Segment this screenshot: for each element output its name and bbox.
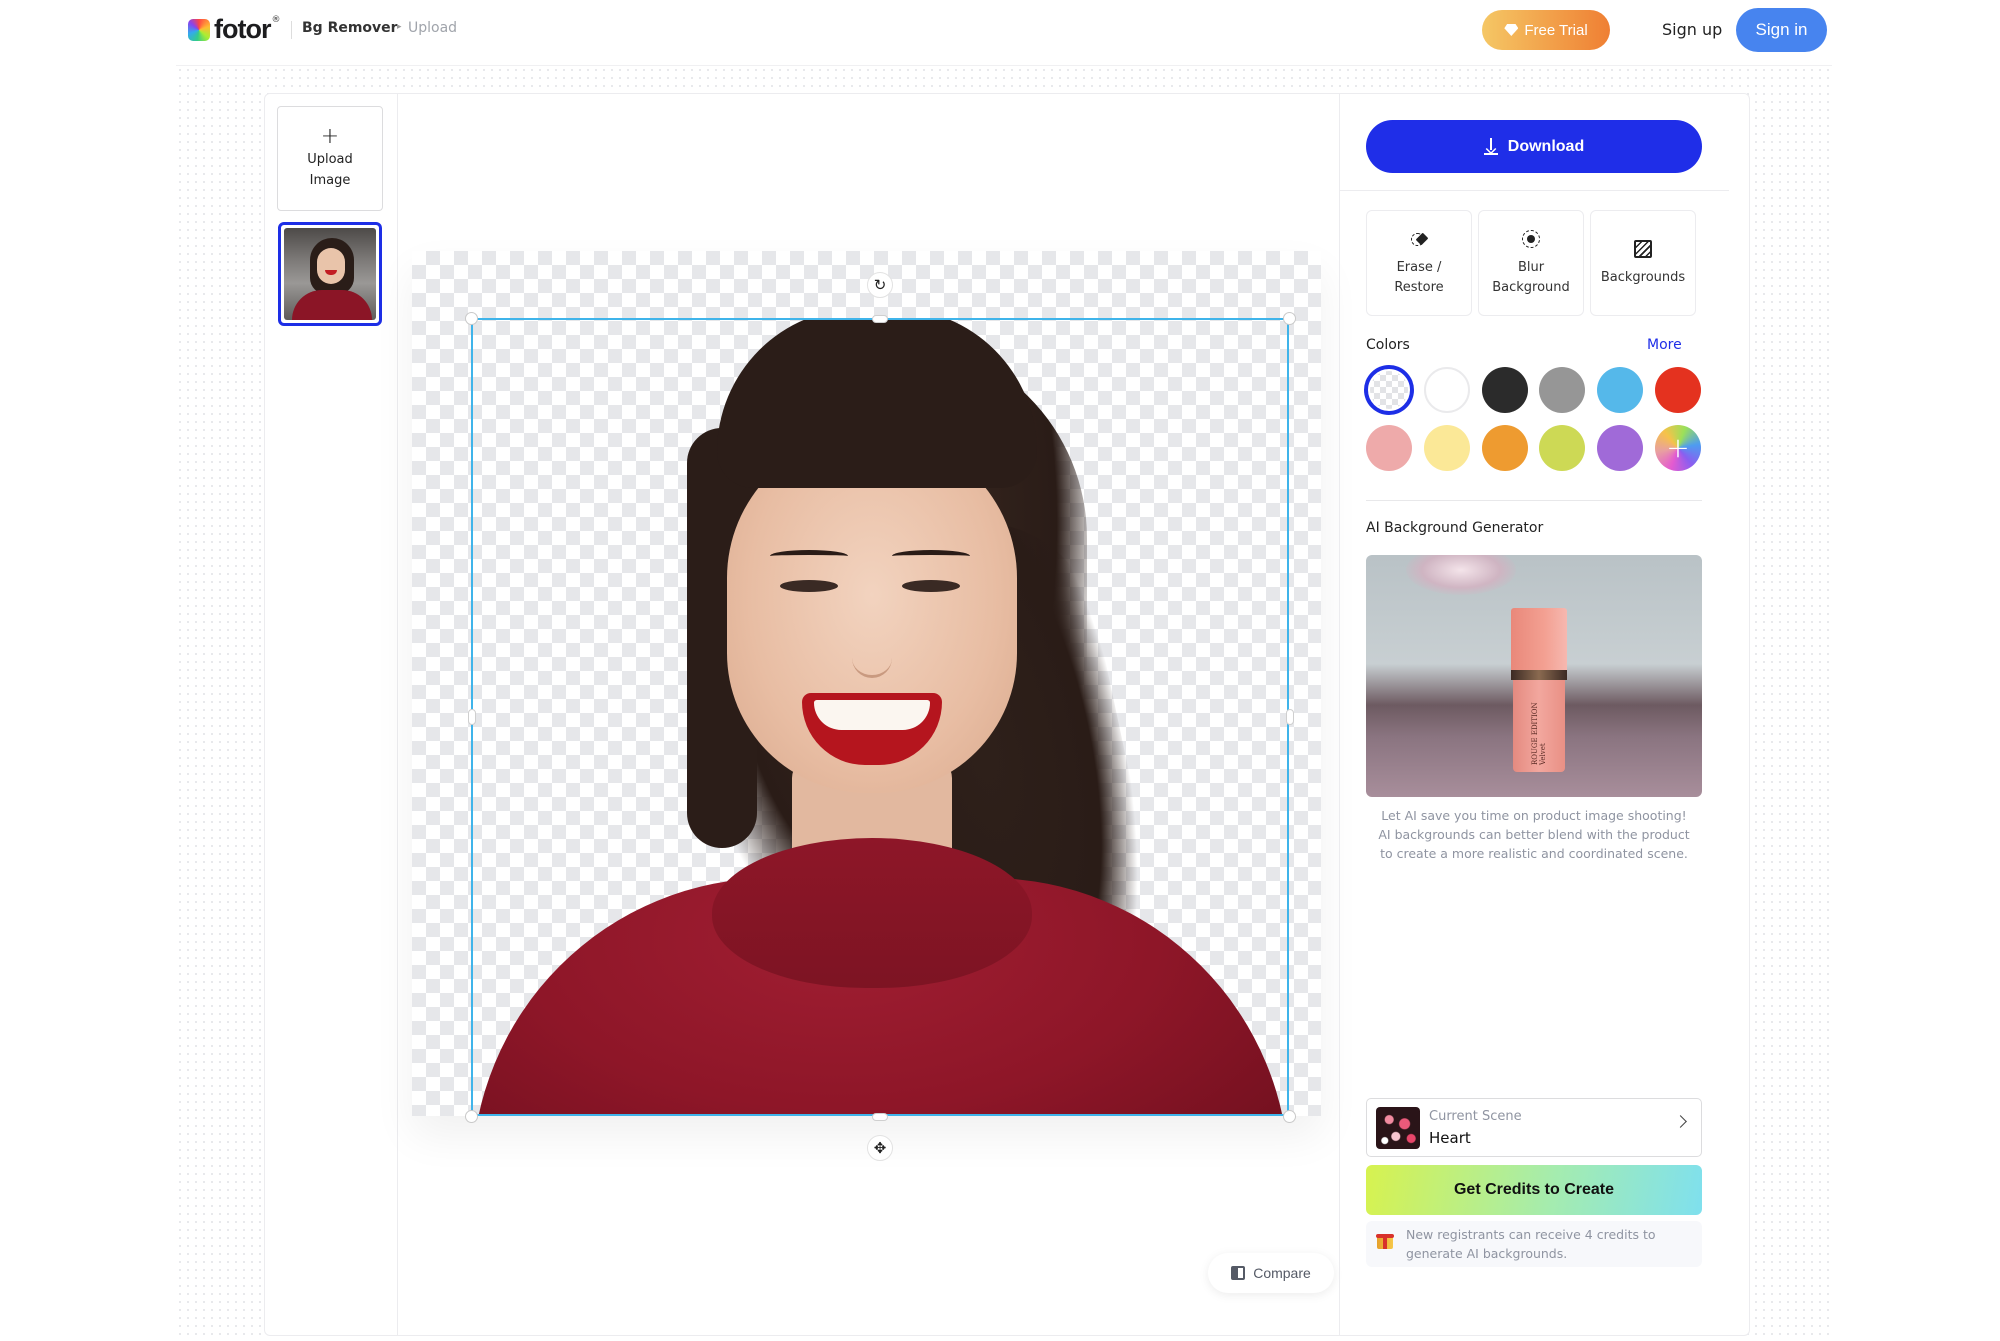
tool-label: Erase / Restore xyxy=(1394,260,1444,295)
diamond-icon xyxy=(1504,24,1519,36)
color-swatch-purple[interactable] xyxy=(1597,425,1643,471)
gift-icon xyxy=(1375,1229,1395,1249)
image-thumbnail-selected[interactable] xyxy=(278,222,382,326)
resize-handle-bottom-right[interactable] xyxy=(1283,1110,1296,1123)
scene-thumbnail xyxy=(1376,1107,1420,1149)
panel-divider xyxy=(1339,190,1729,191)
plus-icon: + xyxy=(320,123,340,149)
current-scene-value: Heart xyxy=(1429,1129,1471,1147)
color-swatch-orange[interactable] xyxy=(1482,425,1528,471)
chevron-right-icon xyxy=(1674,1115,1687,1128)
color-swatch-black[interactable] xyxy=(1482,367,1528,413)
ai-description: Let AI save you time on product image sh… xyxy=(1378,808,1690,861)
fotor-logo-icon xyxy=(188,18,210,41)
credits-note: New registrants can receive 4 credits to… xyxy=(1366,1221,1702,1267)
color-swatch-light-yellow[interactable] xyxy=(1424,425,1470,471)
upload-label-line2: Image xyxy=(309,172,351,188)
resize-handle-right[interactable] xyxy=(1286,709,1294,725)
color-swatch-transparent[interactable] xyxy=(1366,367,1412,413)
ai-background-generator-heading: AI Background Generator xyxy=(1366,520,1544,536)
resize-handle-left[interactable] xyxy=(468,709,476,725)
breadcrumb-arrow-icon: ▸ xyxy=(397,22,402,32)
selection-box[interactable] xyxy=(471,318,1289,1116)
resize-handle-top-left[interactable] xyxy=(465,312,478,325)
color-swatch-gray[interactable] xyxy=(1539,367,1585,413)
get-credits-button[interactable]: Get Credits to Create xyxy=(1366,1165,1702,1215)
download-icon xyxy=(1483,138,1498,155)
thumbnail-photo xyxy=(284,228,376,320)
fotor-logo[interactable]: fotor ® xyxy=(188,14,281,44)
resize-handle-top[interactable] xyxy=(872,315,888,323)
breadcrumb-divider xyxy=(291,21,292,39)
tool-label: Backgrounds xyxy=(1600,270,1686,285)
resize-handle-bottom-left[interactable] xyxy=(465,1110,478,1123)
sign-up-link[interactable]: Sign up xyxy=(1662,20,1722,39)
upload-label: Upload Image xyxy=(307,149,353,191)
upload-image-button[interactable]: + Upload Image xyxy=(277,106,383,211)
more-colors-link[interactable]: More xyxy=(1647,337,1682,353)
free-trial-button[interactable]: Free Trial xyxy=(1482,10,1610,50)
color-swatch-pink[interactable] xyxy=(1366,425,1412,471)
blur-background-icon xyxy=(1522,230,1540,248)
compare-button[interactable]: Compare xyxy=(1208,1253,1334,1293)
rotate-icon[interactable]: ↻ xyxy=(867,272,893,298)
brand-name: fotor xyxy=(214,14,271,44)
color-swatch-sky-blue[interactable] xyxy=(1597,367,1643,413)
compare-label: Compare xyxy=(1253,1265,1311,1281)
sign-in-button[interactable]: Sign in xyxy=(1736,8,1827,52)
section-divider xyxy=(1366,500,1702,501)
compare-icon xyxy=(1231,1266,1246,1280)
breadcrumb-app-link[interactable]: Bg Remover xyxy=(302,20,398,36)
color-swatch-white[interactable] xyxy=(1424,367,1470,413)
current-scene-selector[interactable]: Current Scene Heart xyxy=(1366,1098,1702,1157)
tool-blur-background[interactable]: Blur Background xyxy=(1478,210,1584,316)
free-trial-label: Free Trial xyxy=(1524,21,1588,39)
color-swatch-red[interactable] xyxy=(1655,367,1701,413)
breadcrumb-current-page: Upload xyxy=(408,20,458,36)
move-icon[interactable]: ✥ xyxy=(867,1135,893,1161)
tool-backgrounds[interactable]: Backgrounds xyxy=(1590,210,1696,316)
download-label: Download xyxy=(1507,137,1585,155)
top-header: fotor ® Bg Remover ▸ Upload Free Trial S… xyxy=(0,0,2000,66)
registered-mark: ® xyxy=(271,14,281,25)
tool-label: Blur Background xyxy=(1492,260,1570,295)
upload-label-line1: Upload xyxy=(307,151,353,167)
backgrounds-icon xyxy=(1634,240,1652,258)
color-swatch-lime[interactable] xyxy=(1539,425,1585,471)
download-button[interactable]: Download xyxy=(1366,120,1702,173)
colors-heading: Colors xyxy=(1366,337,1410,353)
credits-note-text: New registrants can receive 4 credits to… xyxy=(1406,1227,1656,1261)
erase-restore-icon xyxy=(1411,231,1427,247)
resize-handle-bottom[interactable] xyxy=(872,1113,888,1121)
current-scene-label: Current Scene xyxy=(1429,1109,1522,1124)
ai-background-example-image: ROUGE EDITION Velvet xyxy=(1366,555,1702,797)
product-label-text: ROUGE EDITION Velvet xyxy=(1531,702,1547,765)
resize-handle-top-right[interactable] xyxy=(1283,312,1296,325)
tool-erase-restore[interactable]: Erase / Restore xyxy=(1366,210,1472,316)
color-swatch-custom[interactable]: + xyxy=(1655,425,1701,471)
